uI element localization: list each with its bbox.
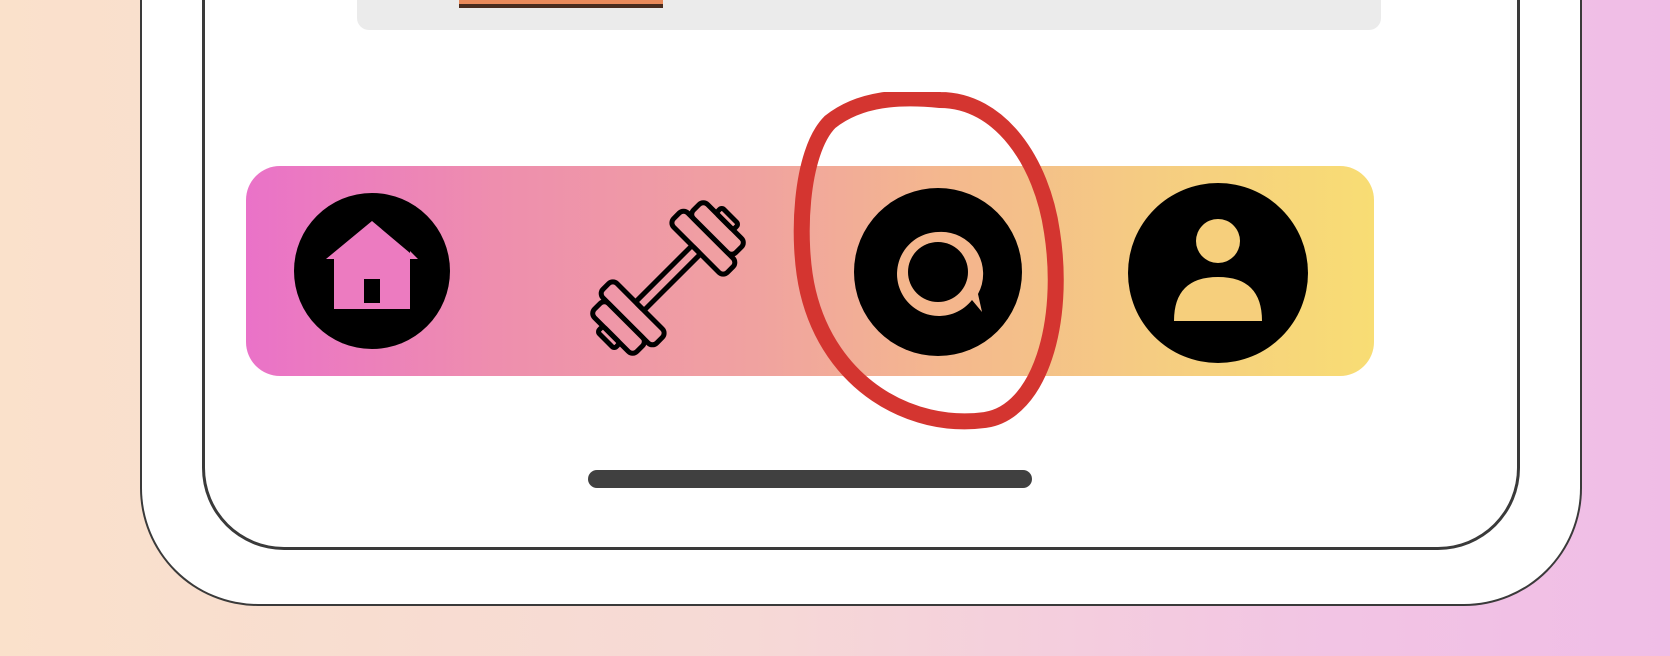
home-indicator[interactable] xyxy=(588,470,1032,488)
content-card[interactable] xyxy=(357,0,1381,30)
page-background: { "app": { "bottom_nav": { "items": [ {"… xyxy=(0,0,1670,656)
nav-item-workout[interactable] xyxy=(568,166,768,388)
home-icon xyxy=(294,193,450,349)
card-image xyxy=(459,0,663,8)
nav-item-home[interactable] xyxy=(286,166,458,388)
person-icon xyxy=(1128,183,1308,363)
dumbbell-icon xyxy=(590,200,746,356)
bottom-nav-bar xyxy=(246,166,1374,376)
chat-bubble-icon xyxy=(854,188,1022,356)
nav-item-chat[interactable] xyxy=(842,166,1042,388)
nav-item-profile[interactable] xyxy=(1126,166,1326,388)
